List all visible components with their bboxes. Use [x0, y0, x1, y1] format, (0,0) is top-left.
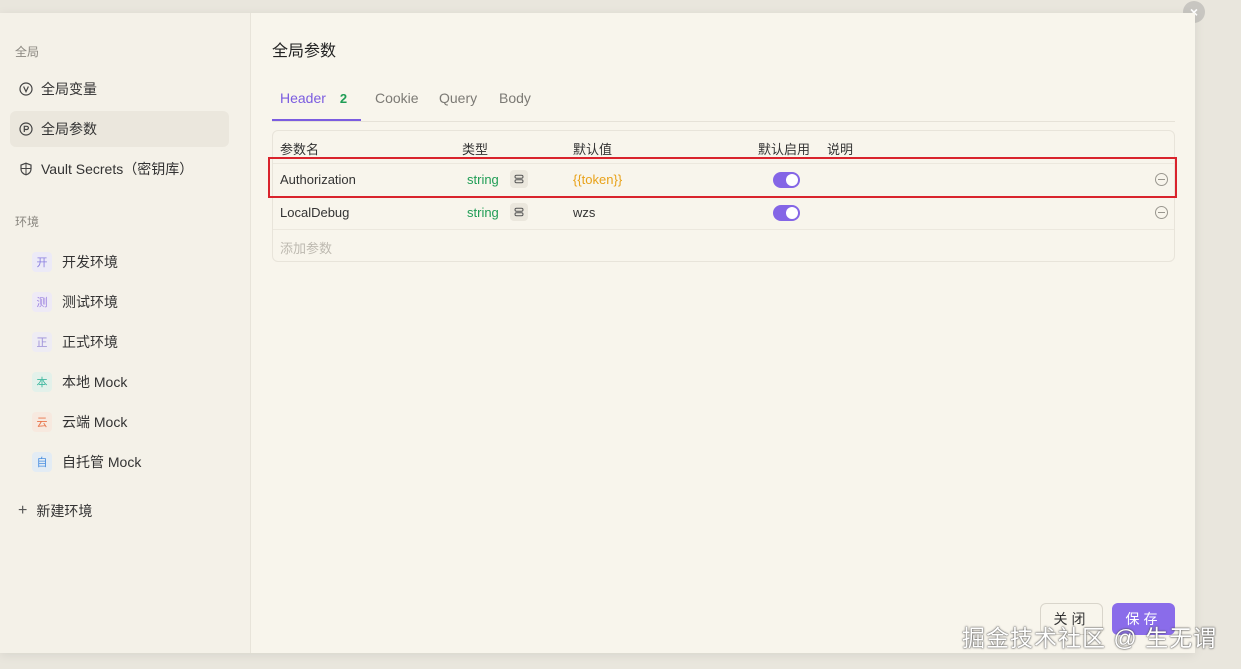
env-item-test[interactable]: 测 测试环境	[32, 287, 118, 317]
param-type[interactable]: string	[467, 172, 499, 187]
env-label: 自托管 Mock	[62, 454, 142, 470]
enabled-toggle[interactable]	[773, 172, 800, 188]
plus-icon: +	[18, 502, 28, 519]
tab-bar: Header 2 Cookie Query Body	[272, 80, 1175, 122]
tab-cookie[interactable]: Cookie	[375, 90, 419, 106]
env-badge: 测	[32, 292, 52, 312]
parameters-table: 参数名 类型 默认值 默认启用 说明 Authorization string …	[272, 130, 1175, 262]
param-default-value[interactable]: {{token}}	[573, 172, 622, 187]
env-item-prod[interactable]: 正 正式环境	[32, 327, 118, 357]
tab-count-badge: 2	[339, 91, 348, 106]
env-label: 本地 Mock	[62, 374, 128, 390]
toggle-knob	[786, 174, 798, 186]
active-tab-indicator	[272, 119, 361, 121]
param-name[interactable]: Authorization	[280, 172, 356, 187]
sidebar-item-label: 全局参数	[41, 121, 97, 137]
add-param-input[interactable]: 添加参数	[280, 238, 332, 257]
sidebar-item-vault-secrets[interactable]: Vault Secrets（密钥库）	[10, 151, 229, 187]
shield-icon	[19, 162, 33, 176]
env-label: 开发环境	[62, 254, 118, 270]
column-header-type: 类型	[462, 142, 489, 157]
main-panel: 全局参数 Header 2 Cookie Query Body 参数名 类型 默认…	[251, 13, 1195, 653]
env-badge: 云	[32, 412, 52, 432]
env-item-dev[interactable]: 开 开发环境	[32, 247, 118, 277]
env-item-local-mock[interactable]: 本 本地 Mock	[32, 367, 127, 397]
remove-row-icon[interactable]	[1155, 173, 1168, 186]
toggle-knob	[786, 207, 798, 219]
column-header-default-value: 默认值	[573, 142, 613, 157]
env-label: 正式环境	[62, 334, 118, 350]
add-param-row: 添加参数	[273, 229, 1174, 262]
save-button[interactable]: 保存	[1112, 603, 1175, 635]
link-icon[interactable]	[510, 170, 528, 188]
env-badge: 正	[32, 332, 52, 352]
enabled-toggle[interactable]	[773, 205, 800, 221]
sidebar: 全局 全局变量 全局参数 Vault Secrets（密钥库） 环境 开 开发环…	[0, 13, 251, 653]
environment-section-label: 环境	[15, 215, 40, 229]
env-badge: 开	[32, 252, 52, 272]
close-button[interactable]: 关闭	[1040, 603, 1103, 635]
global-settings-dialog: 全局 全局变量 全局参数 Vault Secrets（密钥库） 环境 开 开发环…	[0, 13, 1195, 653]
param-name[interactable]: LocalDebug	[280, 205, 349, 220]
param-type[interactable]: string	[467, 205, 499, 220]
tab-header[interactable]: Header 2	[280, 90, 347, 106]
column-header-enabled: 默认启用	[758, 142, 811, 157]
remove-row-icon[interactable]	[1155, 206, 1168, 219]
parameter-icon	[19, 122, 33, 136]
sidebar-item-label: Vault Secrets（密钥库）	[41, 161, 194, 177]
table-row: LocalDebug string wzs	[273, 196, 1174, 229]
tab-query[interactable]: Query	[439, 90, 477, 106]
column-header-name: 参数名	[280, 142, 320, 157]
sidebar-item-global-parameters[interactable]: 全局参数	[10, 111, 229, 147]
env-item-cloud-mock[interactable]: 云 云端 Mock	[32, 407, 127, 437]
table-row: Authorization string {{token}}	[273, 163, 1174, 196]
column-header-description: 说明	[827, 142, 854, 157]
tab-label: Header	[280, 90, 326, 106]
param-default-value[interactable]: wzs	[573, 205, 595, 220]
env-item-selfhosted-mock[interactable]: 自 自托管 Mock	[32, 447, 141, 477]
env-badge: 自	[32, 452, 52, 472]
page-title: 全局参数	[272, 43, 337, 60]
new-environment-label: 新建环境	[36, 503, 93, 519]
tab-body[interactable]: Body	[499, 90, 531, 106]
sidebar-item-label: 全局变量	[41, 81, 97, 97]
variable-icon	[19, 82, 33, 96]
env-label: 云端 Mock	[62, 414, 128, 430]
env-badge: 本	[32, 372, 52, 392]
new-environment-button[interactable]: + 新建环境	[18, 499, 92, 523]
global-section-label: 全局	[15, 45, 40, 59]
link-icon[interactable]	[510, 203, 528, 221]
env-label: 测试环境	[62, 294, 118, 310]
sidebar-item-global-variables[interactable]: 全局变量	[10, 71, 229, 107]
